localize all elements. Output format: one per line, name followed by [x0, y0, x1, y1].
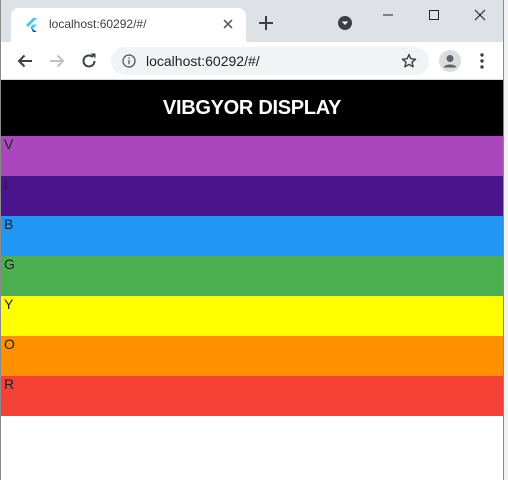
band-label: V [4, 136, 14, 152]
color-band-red: R [1, 376, 503, 416]
flutter-logo-icon [25, 18, 39, 32]
color-band-violet: V [1, 136, 503, 176]
color-band-yellow: Y [1, 296, 503, 336]
band-label: R [4, 376, 15, 392]
profile-avatar-icon[interactable] [439, 50, 461, 72]
desktop-background [504, 0, 508, 480]
back-arrow-icon[interactable] [15, 51, 35, 71]
browser-tab[interactable]: localhost:60292/#/ [11, 8, 246, 42]
tab-strip: localhost:60292/#/ [1, 0, 503, 42]
app-title: VIBGYOR DISPLAY [162, 97, 342, 119]
info-icon[interactable] [122, 54, 136, 68]
band-label: G [4, 256, 15, 272]
reload-icon[interactable] [79, 51, 99, 71]
browser-window: localhost:60292/#/ localhost:60292/#/ VI… [0, 0, 504, 480]
band-label: I [4, 176, 8, 192]
app-bar: VIBGYOR DISPLAY [1, 80, 503, 136]
browser-toolbar: localhost:60292/#/ [1, 42, 503, 80]
close-tab-icon[interactable] [221, 17, 235, 31]
close-window-icon[interactable] [457, 0, 503, 30]
url-text[interactable]: localhost:60292/#/ [146, 53, 260, 69]
band-label: O [4, 336, 15, 352]
bookmark-star-icon[interactable] [401, 53, 417, 69]
color-band-orange: O [1, 336, 503, 376]
forward-arrow-icon[interactable] [47, 51, 67, 71]
page-content: VIBGYOR DISPLAY V I B G Y O R [1, 80, 503, 480]
color-band-green: G [1, 256, 503, 296]
more-menu-icon[interactable] [475, 51, 489, 71]
color-band-indigo: I [1, 176, 503, 216]
tab-search-icon[interactable] [337, 15, 353, 31]
tab-title: localhost:60292/#/ [49, 17, 147, 31]
address-bar[interactable]: localhost:60292/#/ [111, 47, 429, 75]
color-band-blue: B [1, 216, 503, 256]
minimize-window-icon[interactable] [365, 0, 411, 30]
maximize-window-icon[interactable] [411, 0, 457, 30]
band-label: B [4, 216, 14, 232]
new-tab-icon[interactable] [257, 14, 275, 32]
band-label: Y [4, 296, 14, 312]
